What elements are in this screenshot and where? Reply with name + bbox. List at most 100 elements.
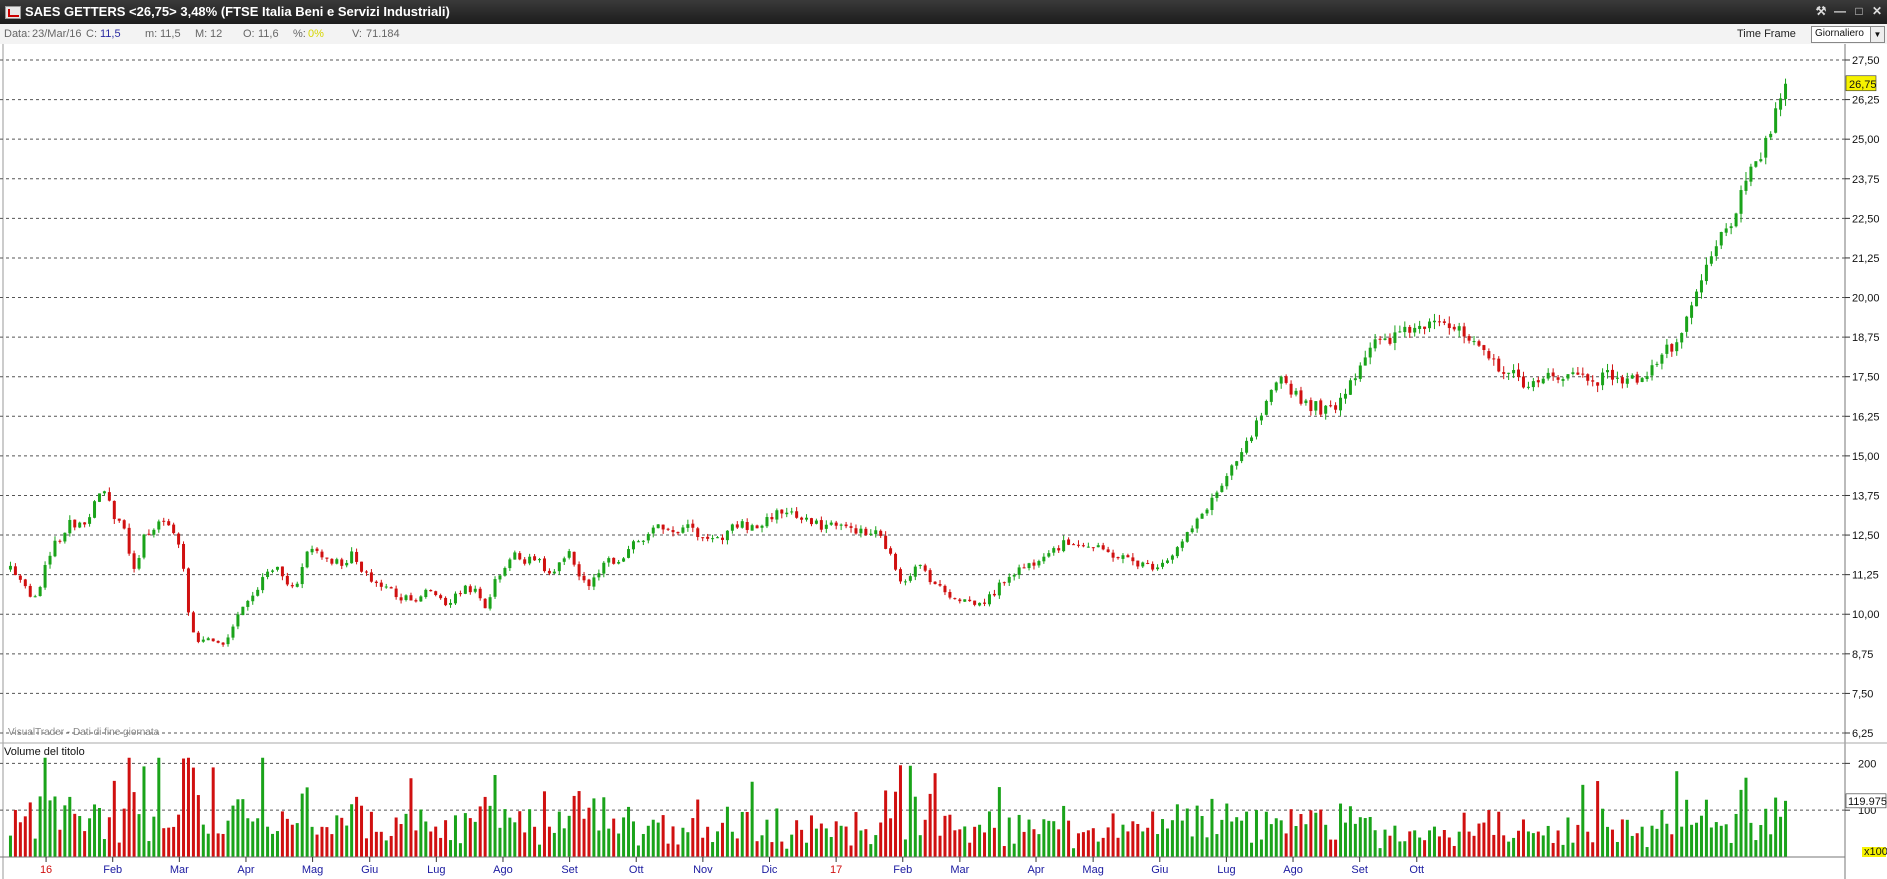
volume-bar: [399, 824, 403, 857]
volume-bar: [1571, 842, 1575, 857]
volume-bar: [1650, 825, 1654, 857]
candle-body: [1185, 532, 1189, 542]
volume-bar: [1784, 800, 1788, 857]
volume-bar: [1764, 808, 1768, 857]
volume-bar: [478, 806, 482, 857]
volume-bar: [1521, 819, 1525, 857]
volume-bar: [1057, 829, 1061, 857]
candle-body: [641, 540, 645, 542]
volume-bar: [1581, 784, 1585, 857]
candle-body: [800, 517, 804, 520]
time-tick-label: 17: [830, 864, 842, 876]
volume-bar: [1042, 819, 1046, 857]
volume-bar: [1660, 810, 1664, 857]
volume-bar: [701, 837, 705, 857]
chevron-down-icon[interactable]: ▼: [1870, 27, 1884, 42]
volume-bar: [38, 796, 42, 857]
time-tick-label: Mar: [170, 864, 189, 876]
volume-bar: [177, 814, 181, 857]
candle-body: [533, 556, 537, 561]
candle-body: [1156, 567, 1160, 570]
volume-bar: [1695, 822, 1699, 857]
price-tick-label: 27,50: [1852, 55, 1880, 67]
candle-body: [691, 523, 695, 528]
volume-bar: [1482, 822, 1486, 857]
candle-body: [1660, 354, 1664, 364]
candle-body: [1675, 342, 1679, 352]
volume-bar: [636, 845, 640, 857]
volume-bar: [404, 813, 408, 857]
candle-body: [1136, 560, 1140, 567]
candle-body: [701, 537, 705, 539]
candle-body: [1502, 372, 1506, 374]
volume-bar: [780, 841, 784, 857]
candle-body: [587, 579, 591, 587]
price-tick-label: 21,25: [1852, 253, 1880, 265]
volume-bar: [221, 833, 225, 857]
candle-body: [1615, 377, 1619, 379]
candle-body: [1507, 372, 1511, 374]
time-tick-label: Giu: [361, 864, 378, 876]
candle-body: [730, 524, 734, 531]
candle-body: [918, 564, 922, 567]
candle-body: [1210, 497, 1214, 510]
volume-bar: [1339, 803, 1343, 857]
candle-body: [740, 521, 744, 528]
timeframe-select[interactable]: Giornaliero ▼: [1811, 26, 1885, 43]
volume-bar: [1551, 842, 1555, 857]
candle-body: [1467, 336, 1471, 341]
tools-icon[interactable]: ⚒: [1813, 3, 1829, 20]
candle-body: [1309, 400, 1313, 412]
candle-body: [1294, 390, 1298, 395]
candle-body: [88, 517, 92, 524]
volume-bar: [1531, 833, 1535, 857]
candle-body: [23, 579, 27, 587]
candle-body: [350, 551, 354, 564]
candle-body: [157, 521, 161, 530]
volume-bar: [923, 819, 927, 857]
candle-body: [1146, 562, 1150, 564]
volume-bar: [414, 830, 418, 857]
volume-bar: [716, 831, 720, 857]
minimize-icon[interactable]: —: [1832, 3, 1848, 20]
candle-body: [1012, 575, 1016, 577]
candle-body: [1586, 374, 1590, 381]
close-value: 11,5: [100, 28, 121, 40]
volume-bar: [859, 830, 863, 857]
volume-bar: [795, 820, 799, 857]
volume-bar: [384, 840, 388, 857]
candle-body: [1304, 400, 1308, 404]
volume-bar: [320, 826, 324, 857]
volume-bar: [968, 842, 972, 857]
volume-bar: [1467, 831, 1471, 857]
volume-bar: [918, 835, 922, 857]
candle-body: [839, 524, 843, 526]
candle-body: [1571, 372, 1575, 375]
price-chart[interactable]: 27,50 26,25 25,00 23,75 22,50 21,25 20,00 18,75…: [0, 44, 1887, 879]
volume-bar: [686, 832, 690, 857]
volume-bar: [770, 842, 774, 857]
candle-body: [93, 501, 97, 518]
volume-bar: [206, 833, 210, 857]
price-tick-label: 11,25: [1852, 570, 1879, 582]
candle-body: [834, 522, 838, 526]
volume-label: V:: [352, 28, 362, 40]
candle-body: [330, 558, 334, 564]
volume-bar: [1502, 835, 1506, 857]
price-tick-label: 26,25: [1852, 95, 1880, 107]
candle-body: [790, 511, 794, 513]
volume-bar: [1190, 836, 1194, 857]
candle-body: [256, 589, 260, 596]
candle-body: [750, 525, 754, 531]
maximize-icon[interactable]: □: [1851, 3, 1867, 20]
last-price-label: 26,75: [1849, 79, 1877, 91]
candle-body: [720, 537, 724, 540]
candle-body: [923, 565, 927, 571]
candle-body: [1437, 321, 1441, 323]
volume-bar: [587, 807, 591, 857]
candle-body: [963, 599, 967, 602]
candle-body: [1784, 83, 1788, 100]
close-icon[interactable]: ✕: [1869, 3, 1885, 20]
volume-bar: [48, 800, 52, 857]
candle-body: [1334, 405, 1338, 410]
